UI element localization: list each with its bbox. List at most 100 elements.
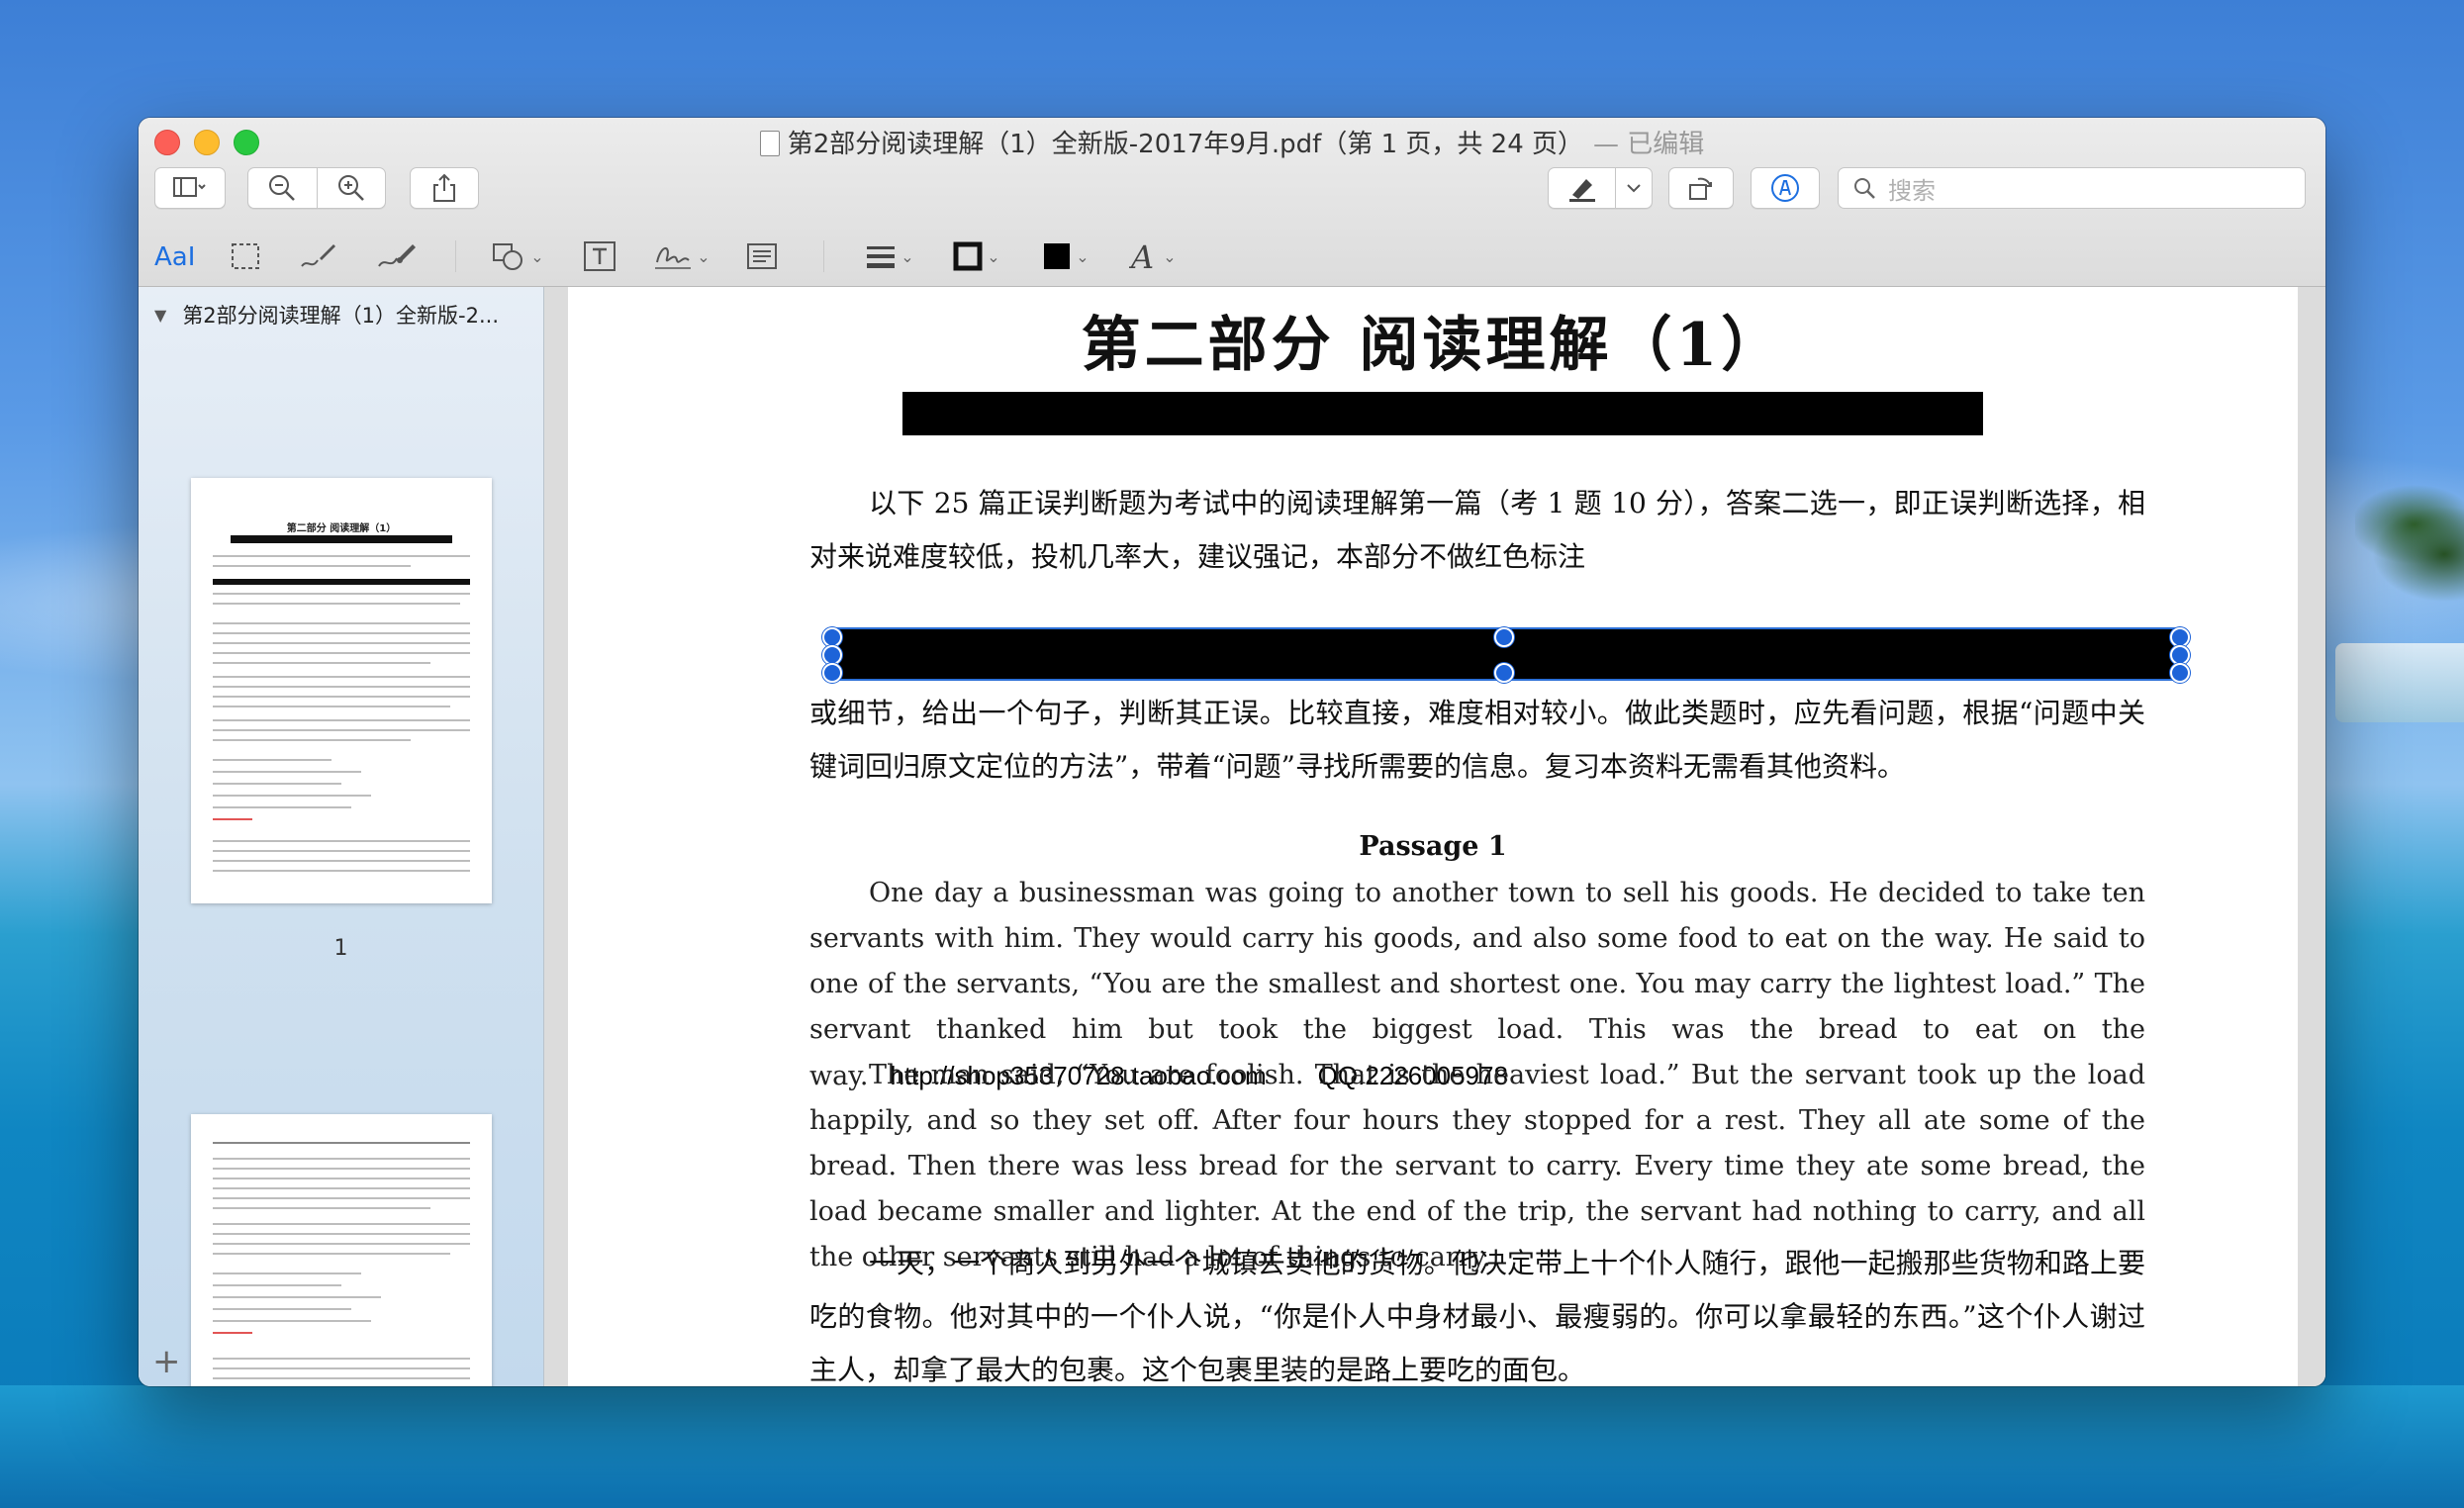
share-button[interactable]	[410, 167, 479, 209]
window-title-text: 第2部分阅读理解（1）全新版-2017年9月.pdf（第 1 页，共 24 页）	[787, 130, 1584, 159]
search-icon	[1854, 178, 1875, 199]
signature-tool[interactable]: ⌄	[649, 236, 714, 276]
page-thumbnail-2[interactable]	[191, 1114, 492, 1386]
highlight-button[interactable]	[1549, 168, 1617, 208]
thumbnail-text-line	[213, 686, 470, 688]
thumbnail-text-line	[213, 1233, 470, 1235]
thumbnail-text-line	[213, 1253, 450, 1255]
pdf-page[interactable]: 第二部分 阅读理解（1） 以下 25 篇正误判断题为考试中的阅读理解第一篇（考 …	[568, 287, 2298, 1386]
thumbnail-text-line	[213, 642, 470, 644]
resize-handle[interactable]	[1494, 663, 1514, 683]
text-box-tool[interactable]	[578, 236, 621, 276]
markup-divider	[455, 240, 456, 272]
resize-handle[interactable]	[822, 645, 842, 665]
shapes-icon	[493, 243, 523, 270]
thumbnail-text-line	[213, 565, 411, 567]
resize-handle[interactable]	[822, 627, 842, 647]
window-title: 第2部分阅读理解（1）全新版-2017年9月.pdf（第 1 页，共 24 页）…	[139, 124, 2325, 160]
intro-paragraph: 以下 25 篇正误判断题为考试中的阅读理解第一篇（考 1 题 10 分），答案二…	[809, 487, 2145, 573]
zoom-in-icon	[337, 175, 364, 201]
thumbnail-text-line	[213, 739, 411, 741]
thumbnail-text-line	[213, 1207, 430, 1209]
thumbnail-text-line	[213, 676, 470, 678]
instruction-paragraph: 或细节，给出一个句子，判断其正误。比较直接，难度相对较小。做此类题时，应先看问题…	[809, 697, 2145, 783]
disclosure-triangle-icon[interactable]: ▼	[154, 306, 166, 325]
thumbnail-text-line	[213, 1158, 470, 1160]
rotate-icon	[1689, 177, 1712, 200]
text-style-icon: A	[1129, 240, 1154, 272]
border-color-tool[interactable]: ⌄	[946, 236, 1007, 276]
signature-icon	[655, 247, 692, 269]
thumbnail-text-line	[213, 603, 460, 605]
pdf-document-icon	[759, 131, 780, 156]
line-style-icon	[867, 246, 896, 268]
zoom-in-button[interactable]	[318, 168, 386, 208]
note-tool[interactable]	[742, 236, 782, 276]
thumbnail-text-line	[213, 850, 470, 852]
desktop-sea	[0, 1385, 2464, 1508]
highlight-controls	[1548, 167, 1653, 209]
thumbnail-text-line	[213, 593, 470, 595]
thumbnail-title: 第二部分 阅读理解（1）	[286, 523, 397, 534]
thumbnail-text-line	[213, 783, 341, 785]
edited-status: — 已编辑	[1593, 130, 1705, 159]
note-icon	[747, 243, 777, 269]
thumbnail-text-line	[213, 662, 430, 664]
highlight-style-dropdown[interactable]	[1616, 168, 1652, 208]
search-field[interactable]: 搜索	[1838, 167, 2306, 209]
resize-handle[interactable]	[2170, 627, 2190, 647]
thumbnail-text-line	[213, 1320, 371, 1322]
shapes-tool[interactable]: ⌄	[485, 236, 550, 276]
fill-color-icon	[1044, 243, 1071, 269]
redaction-box[interactable]	[902, 392, 1983, 435]
chevron-down-icon: ⌄	[697, 246, 711, 266]
markup-divider	[823, 240, 824, 272]
document-viewer[interactable]: 第二部分 阅读理解（1） 以下 25 篇正误判断题为考试中的阅读理解第一篇（考 …	[544, 287, 2325, 1386]
thumbnail-redaction-bar	[213, 579, 470, 585]
add-page-button[interactable]: +	[152, 1342, 181, 1381]
rotate-button[interactable]	[1668, 167, 1734, 209]
thumbnail-text-line	[213, 696, 470, 698]
page-thumbnail-1[interactable]: 第二部分 阅读理解（1）	[191, 478, 492, 903]
highlighter-icon	[1568, 179, 1595, 202]
markup-toolbar-button[interactable]	[1751, 167, 1820, 209]
desktop-deck	[2335, 643, 2464, 722]
thumbnail-text-line	[213, 622, 470, 624]
text-style-tool[interactable]: A ⌄	[1122, 236, 1184, 276]
desktop-palm	[2355, 465, 2464, 663]
thumbnail-text-line	[213, 1377, 470, 1379]
zoom-out-icon	[269, 175, 296, 201]
thumbnail-text-line	[213, 771, 361, 773]
thumbnail-text-line	[213, 806, 351, 808]
chevron-down-icon: ⌄	[900, 246, 914, 266]
thumbnail-redaction-bar	[231, 535, 452, 543]
resize-handle[interactable]	[1494, 627, 1514, 647]
resize-handle[interactable]	[2170, 645, 2190, 665]
markup-pen-icon	[1771, 174, 1799, 202]
resize-handle[interactable]	[822, 663, 842, 683]
sketch-tool[interactable]	[295, 236, 340, 276]
thumbnail-text-line	[213, 1367, 470, 1369]
thumbnail-text-line	[213, 1187, 470, 1189]
text-selection-tool[interactable]: AaI	[154, 236, 204, 276]
draw-tool[interactable]	[372, 236, 422, 276]
search-placeholder: 搜索	[1888, 176, 1936, 205]
zoom-controls	[247, 167, 386, 209]
svg-text:A: A	[1129, 240, 1154, 272]
zoom-out-button[interactable]	[248, 168, 318, 208]
share-icon	[433, 173, 455, 202]
thumbnail-text-line	[213, 1178, 470, 1179]
selection-rectangle-icon	[232, 243, 259, 269]
fill-color-tool[interactable]: ⌄	[1035, 236, 1096, 276]
thumbnail-key-line	[213, 1332, 252, 1334]
shape-style-tool[interactable]: ⌄	[859, 236, 920, 276]
sidebar-document-header[interactable]: ▼ 第2部分阅读理解（1）全新版-2...	[154, 297, 499, 332]
resize-handle[interactable]	[2170, 663, 2190, 683]
rectangular-selection-tool[interactable]	[226, 236, 265, 276]
thumbnail-text-line	[213, 1223, 470, 1225]
border-color-icon	[953, 241, 983, 271]
thumbnail-text-line	[213, 1358, 470, 1360]
sidebar-toggle-button[interactable]	[154, 167, 226, 209]
chevron-down-icon: ⌄	[987, 246, 1000, 266]
chevron-down-icon: ⌄	[1163, 246, 1177, 266]
